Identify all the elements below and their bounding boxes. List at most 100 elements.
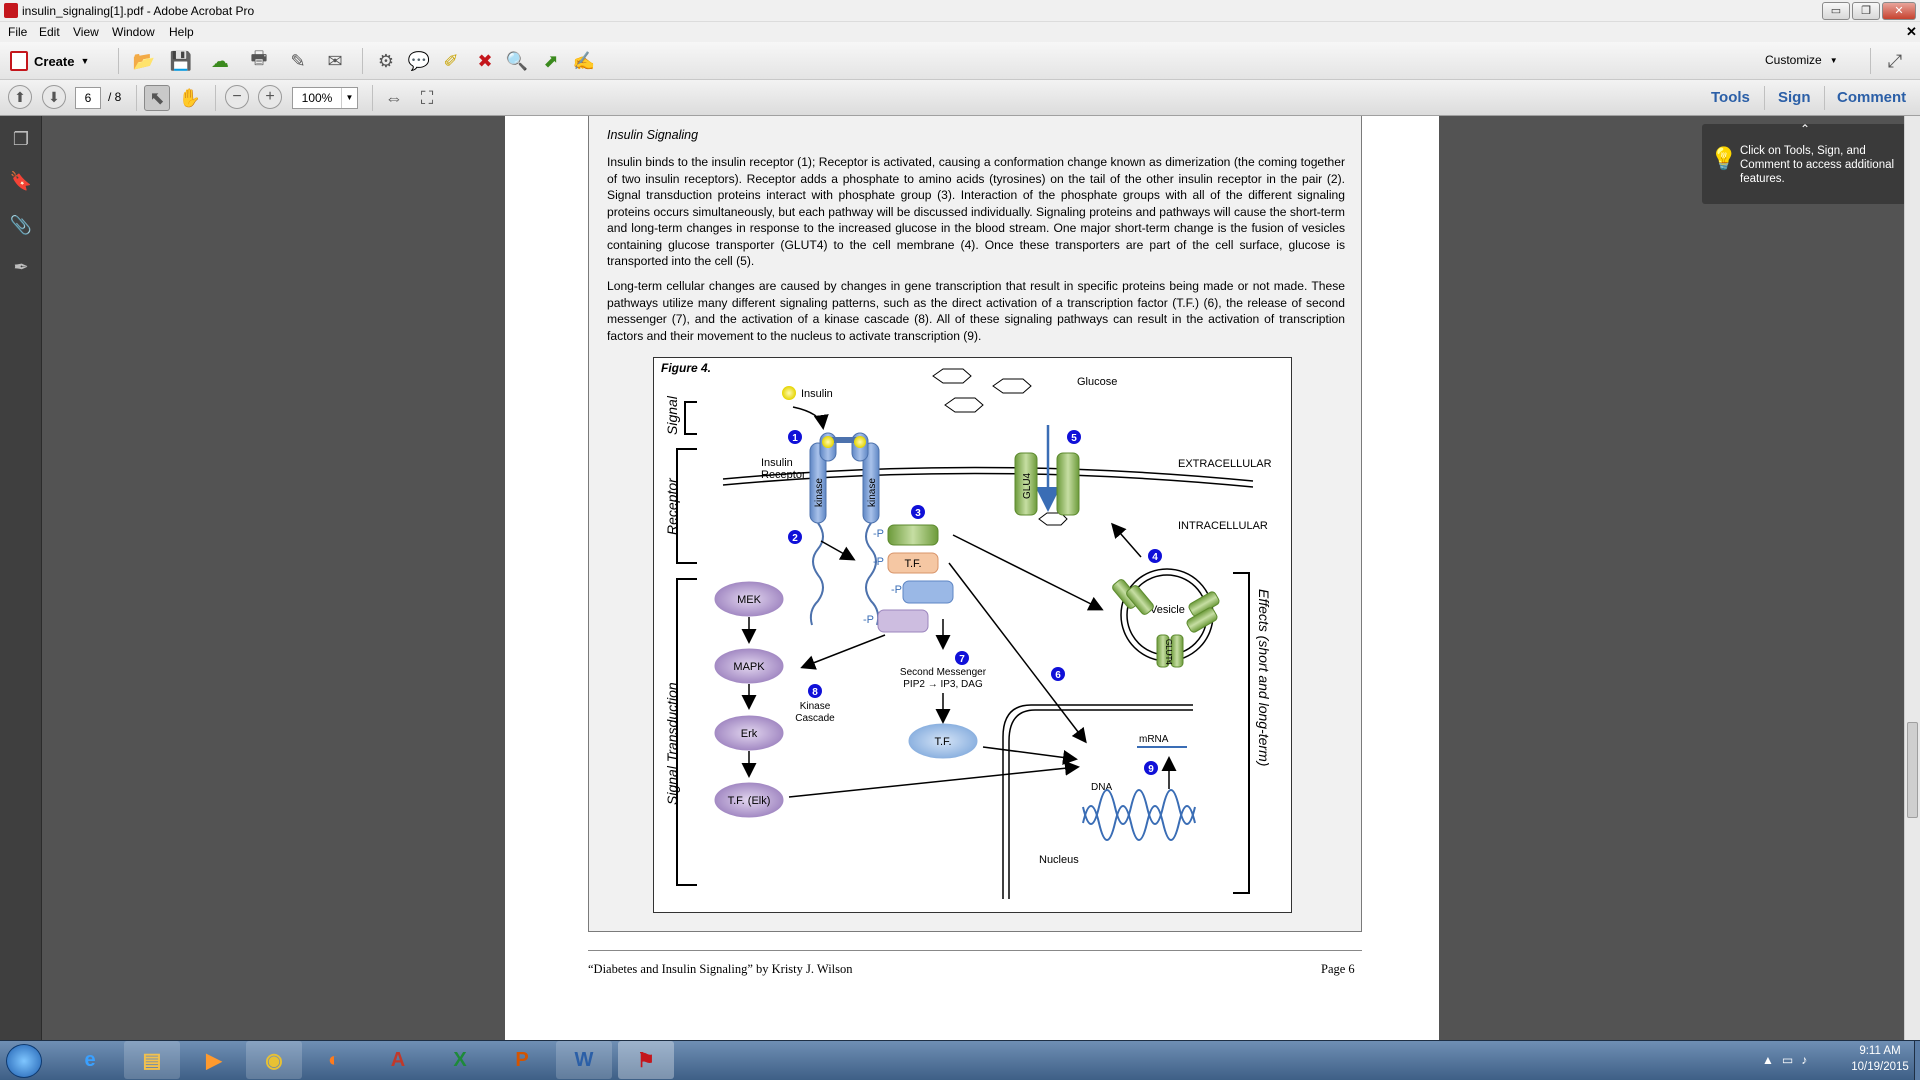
sign-form-icon[interactable]: ✍ xyxy=(571,48,597,74)
powerpoint-icon[interactable]: P xyxy=(494,1041,550,1079)
attachments-icon[interactable]: 📎 xyxy=(8,212,34,238)
previous-page-icon[interactable]: ⬆ xyxy=(8,85,32,109)
svg-text:Receptor: Receptor xyxy=(761,469,806,481)
tray-icons[interactable]: ▲▭♪ xyxy=(1762,1053,1815,1067)
page-thumbnails-icon[interactable]: ❐ xyxy=(8,126,34,152)
edit-icon[interactable]: ✎ xyxy=(285,48,311,74)
access-icon[interactable]: A xyxy=(370,1041,426,1079)
clock-date[interactable]: 10/19/2015 xyxy=(1848,1061,1912,1073)
tf-second-label: T.F. xyxy=(934,736,951,748)
print-icon[interactable]: 🖶 xyxy=(246,48,272,74)
svg-text:Cascade: Cascade xyxy=(795,713,835,724)
tooltip-text: Click on Tools, Sign, and Comment to acc… xyxy=(1740,145,1895,185)
tf-elk-label: T.F. (Elk) xyxy=(728,795,771,807)
mrna-label: mRNA xyxy=(1139,734,1169,745)
fit-width-icon[interactable]: ⇔ xyxy=(381,85,407,111)
chevron-down-icon: ▼ xyxy=(80,56,90,66)
acrobat-taskbar-icon[interactable]: ⚑ xyxy=(618,1041,674,1079)
create-button[interactable]: Create ▼ xyxy=(10,49,89,73)
tf-label: T.F. xyxy=(904,558,921,570)
page-number-input[interactable] xyxy=(75,87,101,109)
chevron-up-icon[interactable]: ⌃ xyxy=(1800,122,1810,136)
mapk-label: MAPK xyxy=(733,661,765,673)
internet-explorer-icon[interactable]: e xyxy=(62,1041,118,1079)
email-icon[interactable]: ✉ xyxy=(322,48,348,74)
export-icon[interactable]: ⬈ xyxy=(538,48,564,74)
insulin-receptor-label: Insulin xyxy=(761,457,793,469)
signatures-icon[interactable]: ✒ xyxy=(8,254,34,280)
restore-button[interactable]: ❐ xyxy=(1852,2,1880,20)
scrollbar-thumb[interactable] xyxy=(1907,722,1918,818)
zoom-in-icon[interactable]: + xyxy=(258,85,282,109)
effects-label: Effects (short and long-term) xyxy=(1256,589,1272,766)
step-5: 5 xyxy=(1071,433,1077,444)
firefox-icon[interactable]: ◐ xyxy=(306,1041,362,1079)
figure-4-diagram: Figure 4. Signal Receptor Signal Transdu… xyxy=(653,357,1292,913)
save-icon[interactable]: 💾 xyxy=(168,48,194,74)
pip2-label: PIP2 → IP3, DAG xyxy=(903,679,983,690)
menu-edit[interactable]: Edit xyxy=(39,25,60,39)
insulin-label: Insulin xyxy=(801,388,833,400)
nucleus-label: Nucleus xyxy=(1039,854,1079,866)
menu-file[interactable]: File xyxy=(8,25,27,39)
close-document-icon[interactable]: ✕ xyxy=(1906,24,1917,40)
delete-page-icon[interactable]: ✖ xyxy=(472,48,498,74)
main-toolbar: Create ▼ 📂 💾 ☁ 🖶 ✎ ✉ ⚙ 💬 ✐ ✖ 🔍 ⬈ ✍ Custo… xyxy=(0,42,1920,80)
window-title: insulin_signaling[1].pdf - Adobe Acrobat… xyxy=(22,4,255,18)
acrobat-logo-icon xyxy=(4,3,18,18)
settings-icon[interactable]: ⚙ xyxy=(373,48,399,74)
excel-icon[interactable]: X xyxy=(432,1041,488,1079)
step-6: 6 xyxy=(1055,670,1061,681)
create-pdf-icon xyxy=(10,51,28,71)
svg-text:-P: -P xyxy=(863,614,874,626)
open-icon[interactable]: 📂 xyxy=(131,48,157,74)
highlight-icon[interactable]: ✐ xyxy=(438,48,464,74)
figure-title: Figure 4. xyxy=(661,361,711,375)
full-screen-icon[interactable]: ⤢ xyxy=(1882,48,1908,74)
navigation-pane: ❐ 🔖 📎 ✒ xyxy=(0,116,42,1040)
menu-bar: File Edit View Window Help ✕ xyxy=(0,22,1920,42)
tools-tooltip: ⌃ 💡 Click on Tools, Sign, and Comment to… xyxy=(1702,122,1914,204)
next-page-icon[interactable]: ⬇ xyxy=(42,85,66,109)
signal-transduction-label: Signal Transduction xyxy=(664,682,680,805)
glu4-label: GLU4 xyxy=(1022,472,1033,499)
word-icon[interactable]: W xyxy=(556,1041,612,1079)
media-player-icon[interactable]: ▶ xyxy=(186,1041,242,1079)
chevron-down-icon: ▼ xyxy=(341,88,357,108)
menu-view[interactable]: View xyxy=(73,25,99,39)
comment-icon[interactable]: 💬 xyxy=(406,48,432,74)
zoom-select[interactable]: 100% ▼ xyxy=(292,87,358,109)
footer-credit: “Diabetes and Insulin Signaling” by Kris… xyxy=(588,962,853,976)
svg-text:-P: -P xyxy=(873,556,884,568)
menu-window[interactable]: Window xyxy=(112,25,155,39)
menu-help[interactable]: Help xyxy=(169,25,194,39)
paragraph-1: Insulin binds to the insulin receptor (1… xyxy=(607,155,1345,268)
tab-comment[interactable]: Comment xyxy=(1837,89,1906,106)
chrome-icon[interactable]: ◉ xyxy=(246,1041,302,1079)
search-page-icon[interactable]: 🔍 xyxy=(504,48,530,74)
close-button[interactable]: ✕ xyxy=(1882,2,1916,20)
vertical-scrollbar[interactable] xyxy=(1904,116,1920,1040)
bookmarks-icon[interactable]: 🔖 xyxy=(8,168,34,194)
tab-tools[interactable]: Tools xyxy=(1711,89,1750,106)
footer-page-number: Page 6 xyxy=(1321,962,1355,976)
show-desktop-button[interactable] xyxy=(1914,1041,1920,1080)
minimize-button[interactable]: ▭ xyxy=(1822,2,1850,20)
hand-tool-icon[interactable]: ✋ xyxy=(177,85,203,111)
svg-text:kinase: kinase xyxy=(867,478,878,507)
phosphate-label: -P xyxy=(873,528,884,540)
receptor-label: Receptor xyxy=(664,477,680,535)
fit-page-icon[interactable]: ⛶ xyxy=(414,85,440,111)
zoom-out-icon[interactable]: − xyxy=(225,85,249,109)
tab-sign[interactable]: Sign xyxy=(1778,89,1811,106)
step-4: 4 xyxy=(1152,552,1158,563)
start-button[interactable] xyxy=(6,1044,42,1078)
select-tool-icon[interactable]: ⬉ xyxy=(144,85,170,111)
cloud-upload-icon[interactable]: ☁ xyxy=(207,48,233,74)
step-2: 2 xyxy=(792,533,798,544)
customize-button[interactable]: Customize ▼ xyxy=(1765,53,1838,67)
navigation-toolbar: ⬆ ⬇ / 8 ⬉ ✋ − + 100% ▼ ⇔ ⛶ Tools Sign Co… xyxy=(0,80,1920,116)
clock-time[interactable]: 9:11 AM xyxy=(1850,1045,1910,1057)
erk-label: Erk xyxy=(741,728,758,740)
file-explorer-icon[interactable]: ▤ xyxy=(124,1041,180,1079)
